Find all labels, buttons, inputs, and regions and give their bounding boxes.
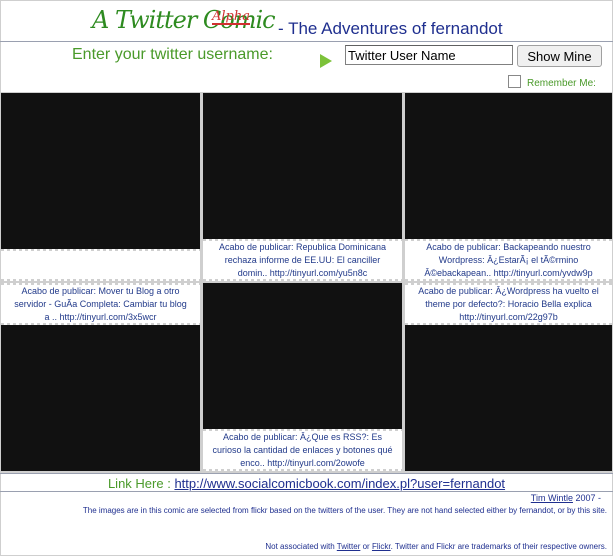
- remember-me-label: Remember Me:: [527, 78, 596, 89]
- comic-panel-4: Acabo de publicar: Mover tu Blog a otro …: [1, 283, 200, 471]
- comic-panel-1: [1, 93, 200, 281]
- show-mine-button[interactable]: Show Mine: [517, 45, 602, 67]
- username-input[interactable]: [345, 45, 513, 65]
- comic-panel-2: Acabo de publicar: Republica Dominicana …: [203, 93, 402, 281]
- page-subtitle: - The Adventures of fernandot: [278, 19, 503, 38]
- permalink-label: Link Here :: [107, 476, 171, 491]
- credit-year: 2007 -: [575, 493, 601, 503]
- comic-panel-3: Acabo de publicar: Backapeando nuestro W…: [405, 93, 612, 281]
- author-link[interactable]: Tim Wintle: [531, 493, 573, 503]
- remember-me-checkbox[interactable]: [508, 75, 521, 88]
- comic-panel-6: Acabo de publicar: Â¿Wordpress ha vuelto…: [405, 283, 612, 471]
- panel-caption: Acabo de publicar: Â¿Wordpress ha vuelto…: [405, 283, 612, 325]
- panel-caption: [1, 249, 200, 281]
- panel-caption: Acabo de publicar: Mover tu Blog a otro …: [1, 283, 200, 325]
- twitter-link[interactable]: Twitter: [337, 542, 361, 551]
- flickr-link[interactable]: Flickr: [372, 542, 391, 551]
- permalink-row: Link Here : http://www.socialcomicbook.c…: [0, 476, 613, 491]
- panel-caption: Acabo de publicar: Â¿Que es RSS?: Es cur…: [203, 429, 402, 471]
- permalink-link[interactable]: http://www.socialcomicbook.com/index.pl?…: [174, 476, 505, 491]
- alpha-badge: Alpha: [212, 9, 250, 25]
- comic-grid: Acabo de publicar: Republica Dominicana …: [0, 92, 613, 473]
- title-bar: A Twitter Comic Alpha - The Adventures o…: [0, 0, 613, 42]
- author-credit: Tim Wintle 2007 -: [531, 493, 601, 503]
- play-arrow-icon[interactable]: [320, 54, 332, 68]
- disclaimer-text: The images are in this comic are selecte…: [82, 506, 607, 515]
- panel-caption: Acabo de publicar: Backapeando nuestro W…: [405, 239, 612, 281]
- trademark-notice: Not associated with Twitter or Flickr. T…: [265, 542, 607, 551]
- comic-panel-5: Acabo de publicar: Â¿Que es RSS?: Es cur…: [203, 283, 402, 471]
- username-prompt: Enter your twitter username:: [72, 46, 273, 63]
- header-divider: [0, 41, 613, 42]
- grid-divider: [0, 473, 613, 474]
- panel-caption: Acabo de publicar: Republica Dominicana …: [203, 239, 402, 281]
- link-divider: [0, 491, 613, 492]
